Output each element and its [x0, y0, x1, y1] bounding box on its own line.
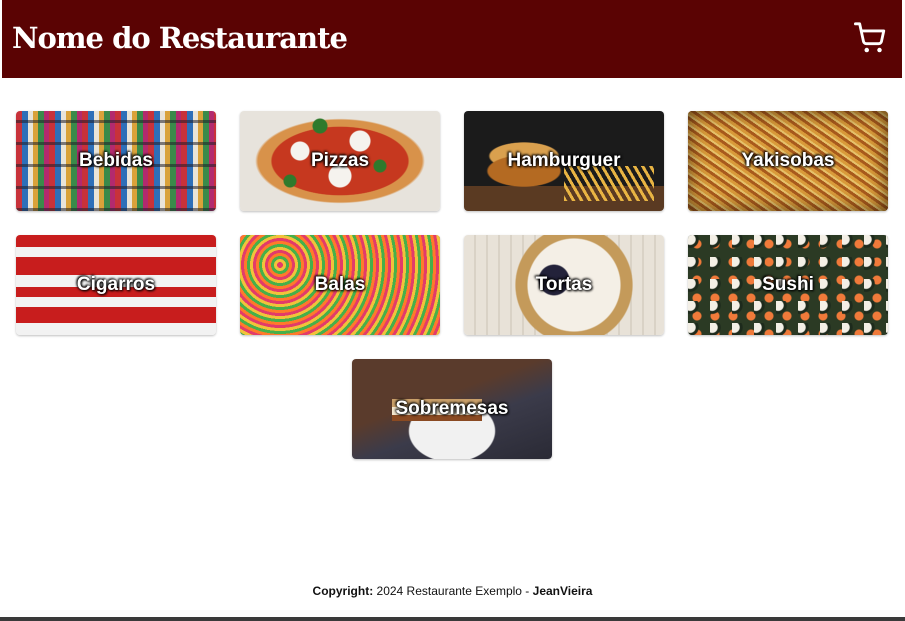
- cart-icon[interactable]: [854, 21, 888, 55]
- category-card-cigarros[interactable]: Cigarros: [16, 235, 216, 335]
- category-label: Bebidas: [79, 150, 153, 171]
- copyright-author: JeanVieira: [532, 584, 593, 598]
- category-grid: Bebidas Pizzas Hamburguer Yakisobas Ciga…: [16, 111, 888, 459]
- category-card-sushi[interactable]: Sushi: [688, 235, 888, 335]
- category-label: Pizzas: [310, 150, 370, 171]
- category-label: Cigarros: [76, 274, 156, 295]
- category-card-bebidas[interactable]: Bebidas: [16, 111, 216, 211]
- category-label: Balas: [314, 274, 366, 295]
- category-card-yakisobas[interactable]: Yakisobas: [688, 111, 888, 211]
- category-label: Sushi: [762, 274, 814, 295]
- category-card-hamburguer[interactable]: Hamburguer: [464, 111, 664, 211]
- category-card-tortas[interactable]: Tortas: [464, 235, 664, 335]
- restaurant-title: Nome do Restaurante: [12, 21, 348, 55]
- category-card-sobremesas[interactable]: Sobremesas: [352, 359, 552, 459]
- category-label: Yakisobas: [741, 150, 835, 171]
- category-label: Hamburguer: [507, 150, 621, 171]
- copyright-text: 2024 Restaurante Exemplo -: [376, 584, 530, 598]
- category-card-pizzas[interactable]: Pizzas: [240, 111, 440, 211]
- bottom-bar: [0, 617, 905, 621]
- category-label: Tortas: [535, 274, 593, 295]
- header-bar: Nome do Restaurante: [2, 0, 902, 78]
- copyright-label: Copyright:: [312, 584, 374, 598]
- category-card-balas[interactable]: Balas: [240, 235, 440, 335]
- footer: Copyright: 2024 Restaurante Exemplo - Je…: [0, 584, 905, 598]
- category-label: Sobremesas: [395, 398, 509, 419]
